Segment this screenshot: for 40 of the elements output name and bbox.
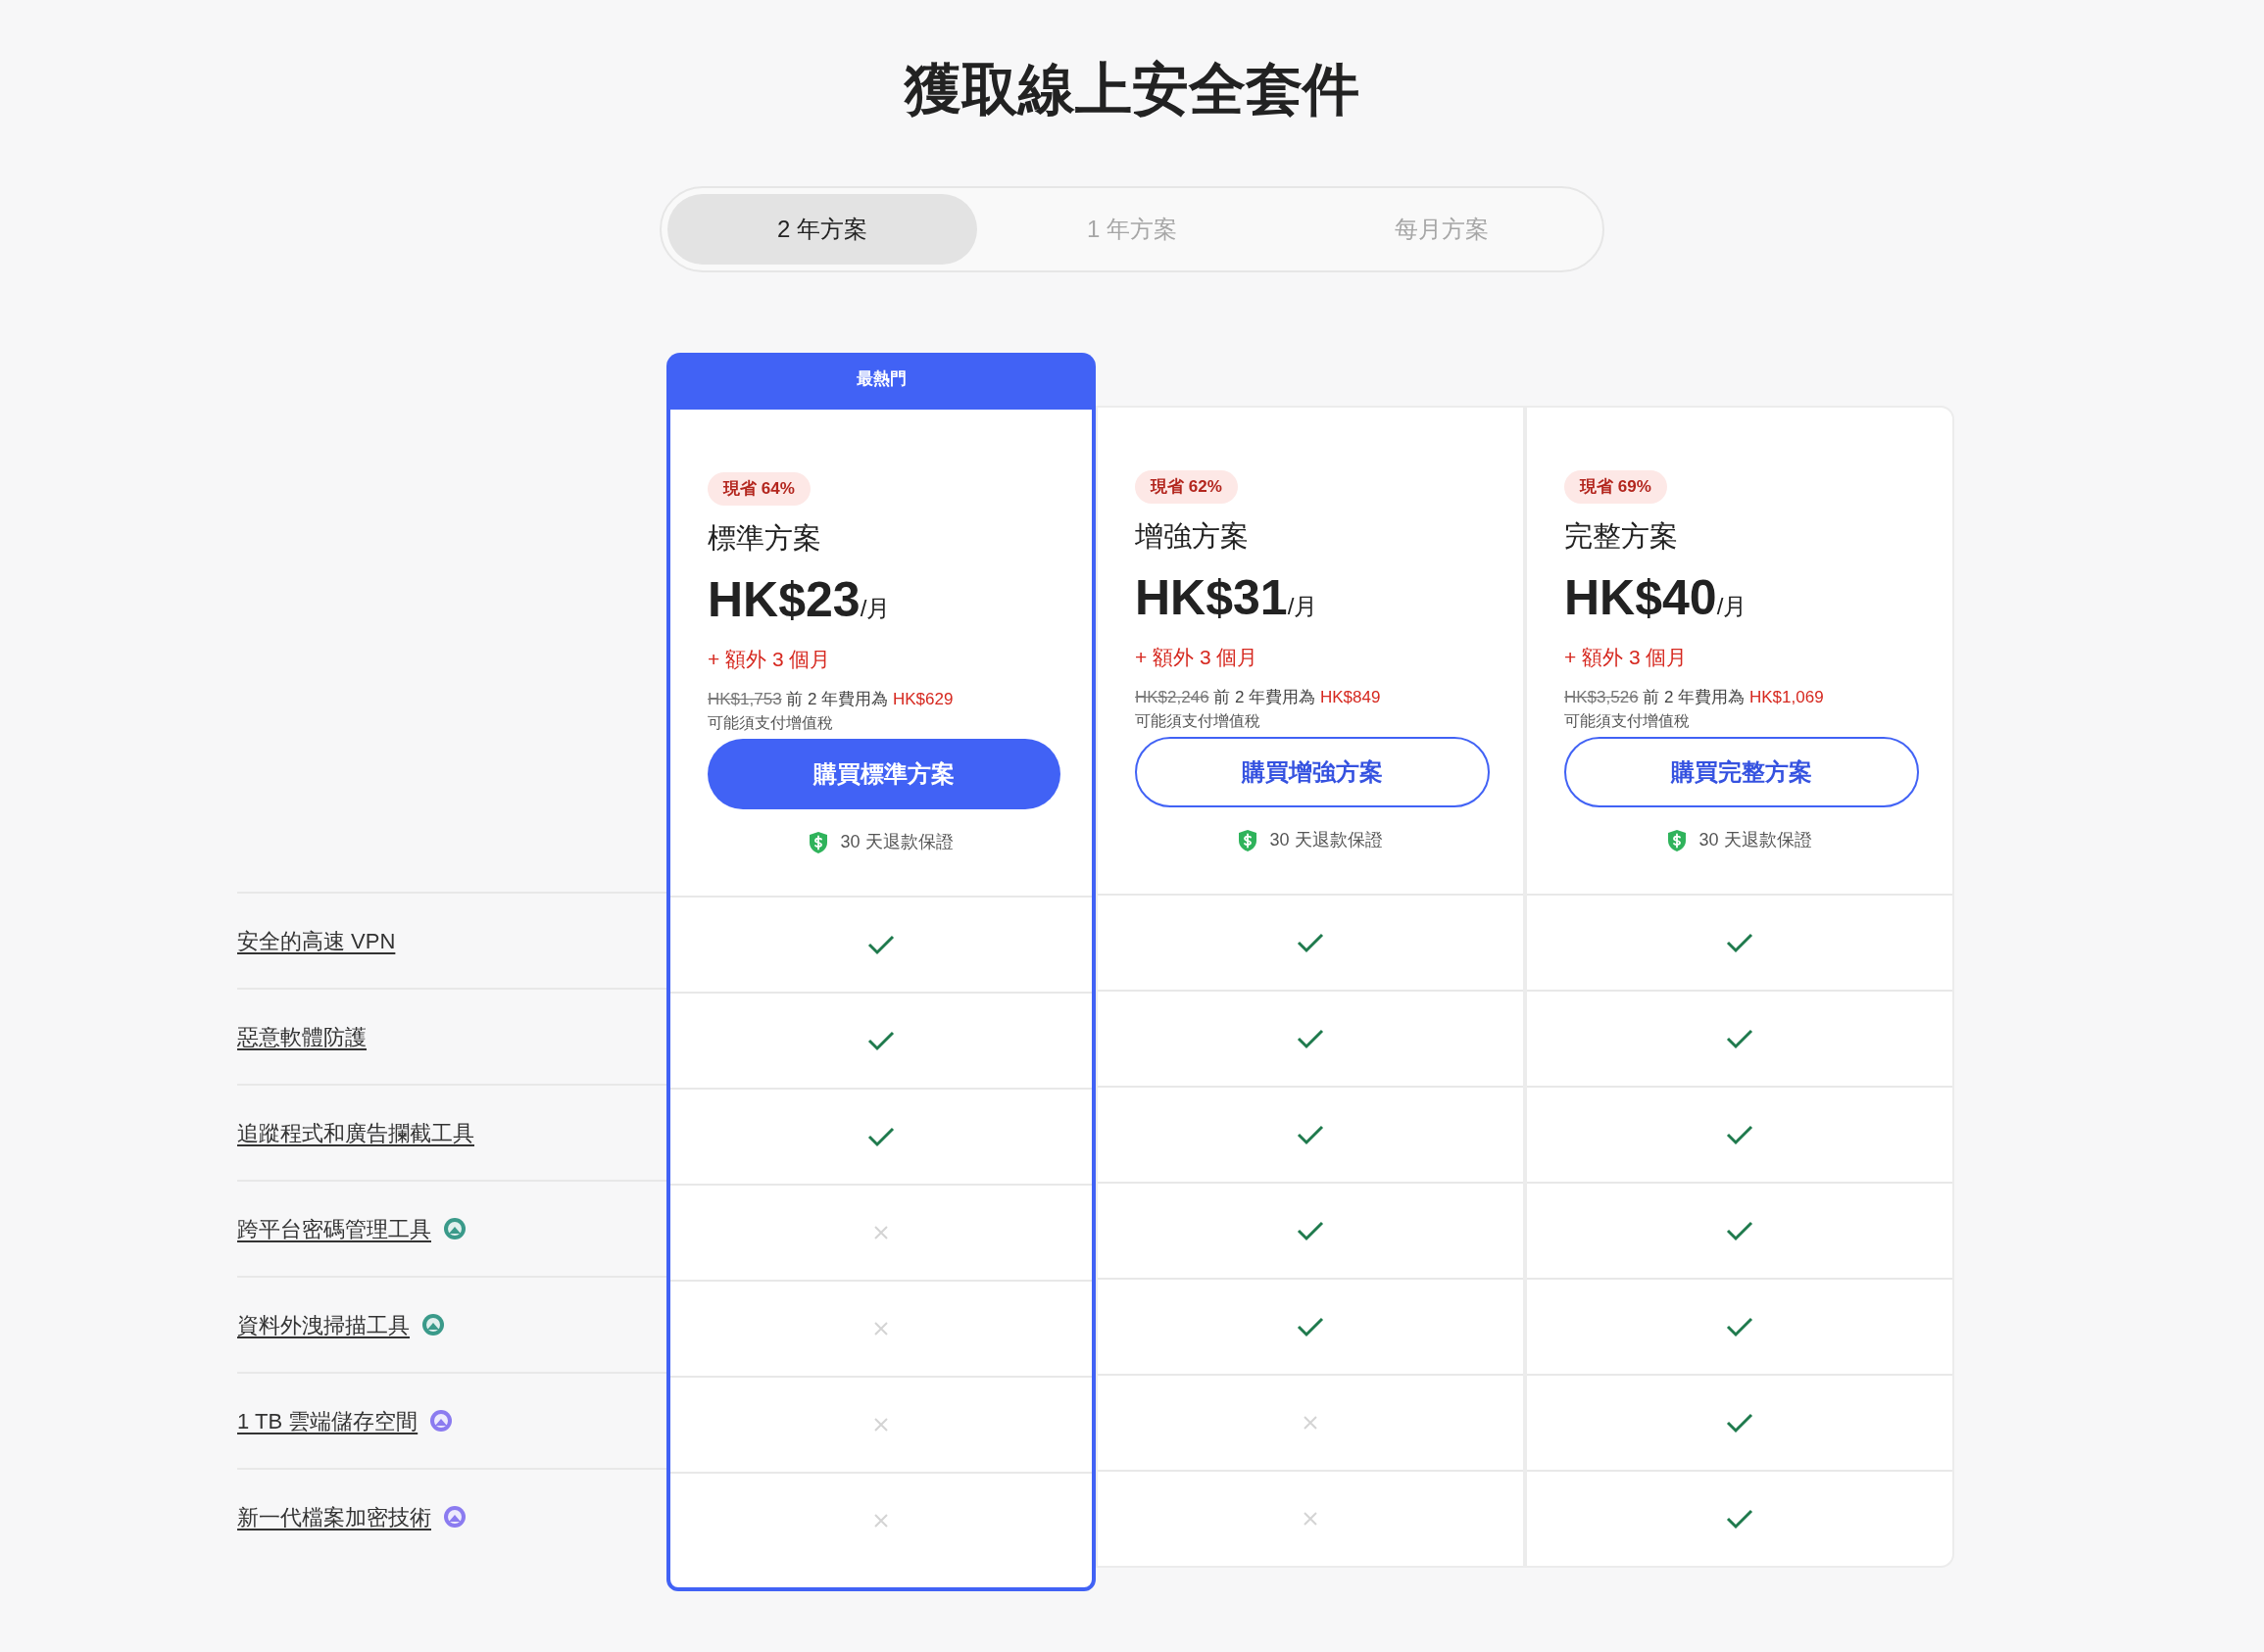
buy-button[interactable]: 購買標準方案 [708, 739, 1060, 809]
billing-tab[interactable]: 2 年方案 [667, 194, 977, 265]
bonus-months: + 額外 3 個月 [708, 647, 832, 672]
money-back-guarantee: 30 天退款保證 [1269, 829, 1383, 851]
feature-link[interactable]: 跨平台密碼管理工具 [237, 1212, 431, 1245]
plan-name: 完整方案 [1564, 518, 1679, 554]
plan-price: HK$31 [1135, 573, 1288, 622]
bonus-months: + 額外 3 個月 [1135, 645, 1259, 670]
plan-price: HK$23 [708, 575, 861, 624]
plan-name: 增強方案 [1135, 518, 1250, 554]
price-summary: HK$1,753 前 2 年費用為 HK$629 [708, 688, 955, 710]
bonus-months: + 額外 3 個月 [1564, 645, 1689, 670]
shield-dollar-icon [1667, 828, 1688, 852]
page-title: 獲取線上安全套件 [905, 61, 1359, 118]
popular-ribbon: 最熱門 [666, 353, 1096, 406]
discount-badge: 現省 64% [708, 472, 811, 506]
discount-badge: 現省 62% [1135, 470, 1238, 504]
price-summary: HK$2,246 前 2 年費用為 HK$849 [1135, 686, 1382, 708]
feature-link[interactable]: 新一代檔案加密技術 [237, 1500, 431, 1533]
feature-link[interactable]: 追蹤程式和廣告攔截工具 [237, 1116, 474, 1149]
feature-link[interactable]: 安全的高速 VPN [237, 924, 396, 957]
buy-button[interactable]: 購買完整方案 [1564, 737, 1919, 807]
plan-price: HK$40 [1564, 573, 1717, 622]
price-period: /月 [860, 597, 891, 620]
feature-link[interactable]: 惡意軟體防護 [237, 1020, 367, 1053]
discount-badge: 現省 69% [1564, 470, 1667, 504]
price-period: /月 [1287, 595, 1318, 618]
price-period: /月 [1716, 595, 1747, 618]
price-summary: HK$3,526 前 2 年費用為 HK$1,069 [1564, 686, 1825, 708]
feature-link[interactable]: 資料外洩掃描工具 [237, 1308, 410, 1341]
vat-note: 可能須支付增值稅 [1564, 711, 1691, 731]
plan-name: 標準方案 [708, 520, 822, 556]
vat-note: 可能須支付增值稅 [708, 713, 834, 733]
money-back-guarantee: 30 天退款保證 [840, 831, 954, 853]
buy-button[interactable]: 購買增強方案 [1135, 737, 1490, 807]
feature-link[interactable]: 1 TB 雲端儲存空間 [237, 1404, 418, 1437]
shield-dollar-icon [809, 830, 829, 854]
money-back-guarantee: 30 天退款保證 [1698, 829, 1812, 851]
vat-note: 可能須支付增值稅 [1135, 711, 1261, 731]
shield-dollar-icon [1238, 828, 1258, 852]
